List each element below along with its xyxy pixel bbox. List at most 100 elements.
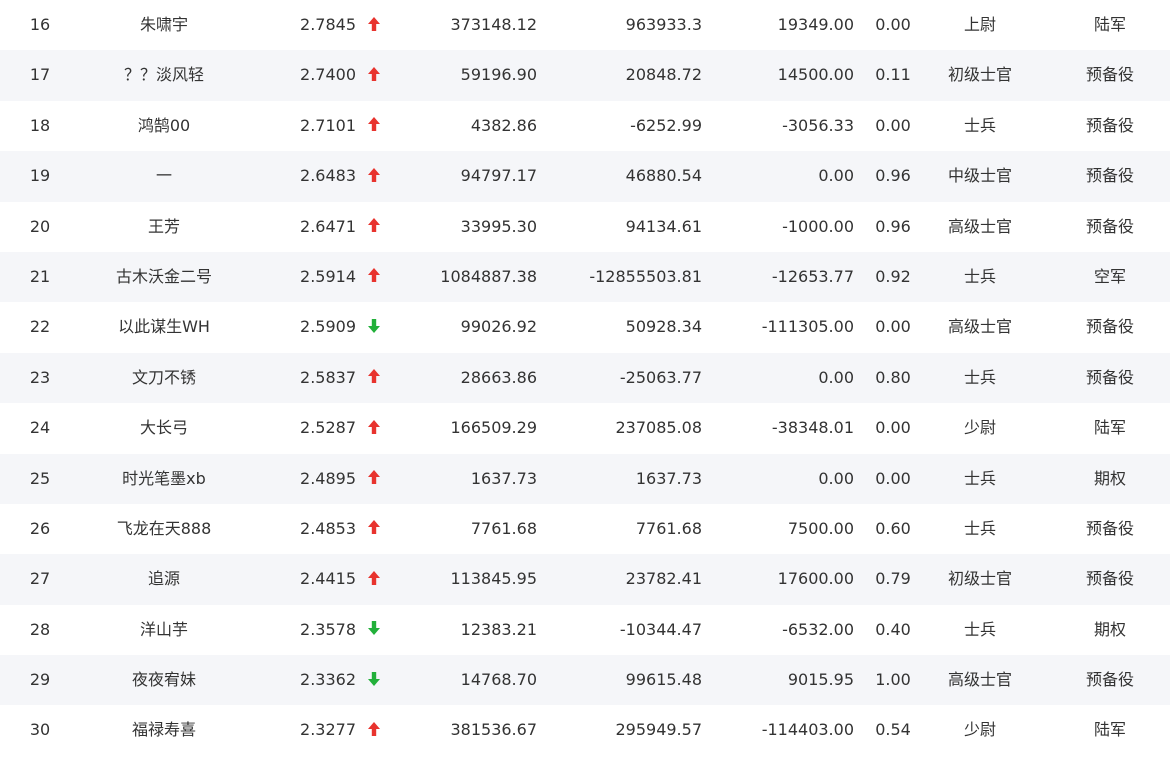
- unit-cell: 预备役: [1085, 317, 1134, 337]
- value-2-cell: -10344.47: [619, 619, 702, 639]
- rank-cell: 30: [29, 720, 51, 740]
- rank-title-cell: 高级士官: [947, 317, 1012, 337]
- score-cell: 2.6471: [300, 216, 356, 236]
- table-row[interactable]: 26 飞龙在天888 2.4853 7761.68 7761.68 7500.00 0.60…: [0, 504, 1170, 554]
- value-2-cell: 50928.34: [625, 317, 702, 337]
- value-3-cell: 0.00: [818, 166, 854, 186]
- ratio-cell: 0.96: [875, 166, 911, 186]
- score-cell: 2.5837: [300, 367, 356, 387]
- arrow-up-icon: [364, 151, 384, 201]
- arrow-up-icon: [364, 252, 384, 302]
- table-row[interactable]: 17 ？？淡风轻 2.7400 59196.90 20848.72 14500.00 0.1…: [0, 50, 1170, 101]
- value-2-cell: 7761.68: [635, 518, 702, 538]
- value-2-cell: 99615.48: [625, 670, 702, 690]
- table-row[interactable]: 20 王芳 2.6471 33995.30 94134.61 -1000.00 0.96 高级…: [0, 202, 1170, 252]
- rank-cell: 23: [29, 367, 51, 387]
- unit-cell: 预备役: [1085, 367, 1134, 387]
- value-1-cell: 33995.30: [460, 216, 537, 236]
- unit-cell: 陆军: [1093, 15, 1126, 34]
- unit-cell: 预备役: [1085, 216, 1134, 236]
- value-3-cell: -3056.33: [782, 115, 854, 135]
- ratio-cell: 0.00: [875, 15, 911, 34]
- player-name-cell: 王芳: [147, 216, 180, 236]
- ratio-cell: 0.00: [875, 418, 911, 438]
- table-row[interactable]: 30 福禄寿喜 2.3277 381536.67 295949.57 -114403.00…: [0, 705, 1170, 755]
- player-name-cell: 洋山芋: [139, 619, 188, 639]
- rank-cell: 24: [29, 418, 51, 438]
- unit-cell: 陆军: [1093, 418, 1126, 438]
- ratio-cell: 0.96: [875, 216, 911, 236]
- value-2-cell: -6252.99: [630, 115, 702, 135]
- value-3-cell: 9015.95: [787, 670, 854, 690]
- unit-cell: 预备役: [1085, 65, 1134, 85]
- table-row[interactable]: 23 文刀不锈 2.5837 28663.86 -25063.77 0.00 0.80 士兵 预…: [0, 352, 1170, 404]
- score-cell: 2.6483: [300, 166, 356, 186]
- value-1-cell: 4382.86: [470, 115, 537, 135]
- table-row[interactable]: 25 时光笔墨xb 2.4895 1637.73 1637.73 0.00 0.00 士兵 期权: [0, 453, 1170, 504]
- player-name-cell: 追源: [147, 569, 180, 589]
- ratio-cell: 0.54: [875, 720, 911, 740]
- value-3-cell: 0.00: [818, 468, 854, 488]
- rank-cell: 28: [29, 619, 51, 639]
- value-3-cell: -6532.00: [782, 619, 854, 639]
- value-3-cell: 17600.00: [777, 569, 854, 589]
- value-2-cell: -12855503.81: [589, 266, 702, 286]
- rank-title-cell: 高级士官: [947, 216, 1012, 236]
- value-1-cell: 28663.86: [460, 367, 537, 387]
- rank-cell: 16: [29, 15, 51, 34]
- table-row[interactable]: 28 洋山芋 2.3578 12383.21 -10344.47 -6532.00 0.40…: [0, 605, 1170, 655]
- value-1-cell: 373148.12: [450, 15, 537, 34]
- arrow-up-icon: [364, 353, 384, 403]
- table-row[interactable]: 16 朱啸宇 2.7845 373148.12 963933.3 19349.00 0.00…: [0, 0, 1170, 50]
- ratio-cell: 0.79: [875, 569, 911, 589]
- unit-cell: 期权: [1093, 468, 1126, 488]
- value-3-cell: -1000.00: [782, 216, 854, 236]
- ratio-cell: 0.00: [875, 468, 911, 488]
- value-2-cell: 1637.73: [635, 468, 702, 488]
- value-2-cell: 20848.72: [625, 65, 702, 85]
- rank-title-cell: 士兵: [963, 518, 996, 538]
- score-cell: 2.5914: [300, 266, 356, 286]
- unit-cell: 预备役: [1085, 166, 1134, 186]
- table-row[interactable]: 27 追源 2.4415 113845.95 23782.41 17600.00 0.79 初…: [0, 554, 1170, 605]
- value-1-cell: 166509.29: [450, 418, 537, 438]
- arrow-up-icon: [364, 504, 384, 554]
- ratio-cell: 0.92: [875, 266, 911, 286]
- score-cell: 2.3578: [300, 619, 356, 639]
- arrow-down-icon: [364, 302, 384, 352]
- rank-title-cell: 初级士官: [947, 65, 1012, 85]
- value-1-cell: 99026.92: [460, 317, 537, 337]
- table-row[interactable]: 18 鸿鹄00 2.7101 4382.86 -6252.99 -3056.33 0.00 士…: [0, 101, 1170, 151]
- value-1-cell: 113845.95: [450, 569, 537, 589]
- unit-cell: 预备役: [1085, 670, 1134, 690]
- player-name-cell: 大长弓: [139, 418, 188, 438]
- table-row[interactable]: 24 大长弓 2.5287 166509.29 237085.08 -38348.01 0.…: [0, 403, 1170, 453]
- rank-title-cell: 高级士官: [947, 670, 1012, 690]
- arrow-down-icon: [364, 605, 384, 655]
- table-row[interactable]: 21 古木沃金二号 2.5914 1084887.38 -12855503.81 -126…: [0, 251, 1170, 303]
- unit-cell: 空军: [1093, 266, 1126, 286]
- value-2-cell: 94134.61: [625, 216, 702, 236]
- score-cell: 2.7845: [300, 15, 356, 34]
- table-row[interactable]: 19 一 2.6483 94797.17 46880.54 0.00 0.96 中级士官 预备役: [0, 151, 1170, 202]
- rank-cell: 25: [29, 468, 51, 488]
- player-name-cell: 时光笔墨xb: [122, 468, 206, 488]
- arrow-up-icon: [364, 202, 384, 252]
- score-cell: 2.3277: [300, 720, 356, 740]
- arrow-down-icon: [364, 655, 384, 705]
- arrow-up-icon: [364, 0, 384, 50]
- arrow-up-icon: [364, 403, 384, 453]
- arrow-up-icon: [364, 50, 384, 100]
- rank-title-cell: 中级士官: [947, 166, 1012, 186]
- ratio-cell: 0.80: [875, 367, 911, 387]
- table-row[interactable]: 22 以此谋生WH 2.5909 99026.92 50928.34 -111305.00…: [0, 302, 1170, 352]
- player-name-cell: 以此谋生WH: [118, 317, 210, 337]
- value-3-cell: -12653.77: [771, 266, 854, 286]
- rank-cell: 18: [29, 115, 51, 135]
- player-name-cell: 夜夜宥妹: [131, 670, 196, 690]
- rank-title-cell: 少尉: [963, 418, 996, 438]
- unit-cell: 预备役: [1085, 518, 1134, 538]
- arrow-up-icon: [364, 454, 384, 504]
- value-2-cell: 237085.08: [615, 418, 702, 438]
- table-row[interactable]: 29 夜夜宥妹 2.3362 14768.70 99615.48 9015.95 1.00 高…: [0, 655, 1170, 706]
